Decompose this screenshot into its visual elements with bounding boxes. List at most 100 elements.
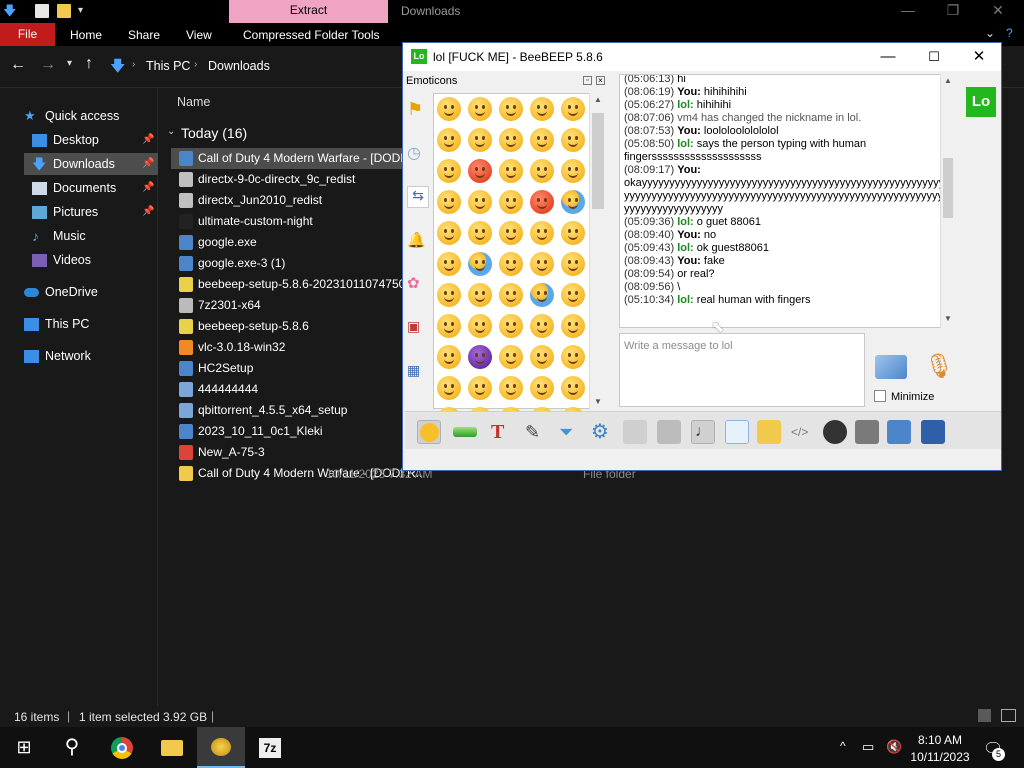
emoji-icon[interactable] <box>530 128 554 152</box>
file-row[interactable]: beebeep-setup-5.8.6 <box>171 316 403 337</box>
scrollbar-thumb[interactable] <box>592 113 604 209</box>
properties-icon[interactable] <box>35 4 49 18</box>
download-arrow-icon[interactable]: 🡇 <box>3 4 17 18</box>
minimize-icon[interactable]: — <box>865 43 911 71</box>
file-row[interactable]: ultimate-custom-night <box>171 211 403 232</box>
chevron-down-icon[interactable]: ⌄ <box>167 126 175 137</box>
emoji-icon[interactable] <box>468 252 492 276</box>
bell-icon[interactable]: 🔔 <box>407 231 429 253</box>
minimize-icon[interactable]: — <box>893 2 923 18</box>
emoji-icon[interactable] <box>561 221 585 245</box>
font-icon[interactable]: T <box>491 420 515 444</box>
scroll-down-icon[interactable]: ▼ <box>944 314 952 323</box>
sidebar-item-music[interactable]: ♪ Music <box>30 225 158 247</box>
tab-home[interactable]: Home <box>70 28 102 42</box>
sidebar-item-videos[interactable]: Videos <box>30 249 158 271</box>
emoji-icon[interactable] <box>561 159 585 183</box>
emoji-icon[interactable] <box>499 128 523 152</box>
emoji-icon[interactable] <box>437 159 461 183</box>
sidebar-item-network[interactable]: Network <box>22 345 158 367</box>
new-folder-icon[interactable] <box>57 4 71 18</box>
settings-gear-icon[interactable]: ⚙ <box>591 420 615 444</box>
show-hidden-icons-icon[interactable]: ^ <box>840 739 846 753</box>
emoji-icon[interactable] <box>437 283 461 307</box>
file-row[interactable]: directx_Jun2010_redist <box>171 190 403 211</box>
emoji-icon[interactable] <box>437 314 461 338</box>
emoji-icon[interactable] <box>530 252 554 276</box>
customize-dropdown-icon[interactable]: ▾ <box>78 4 92 18</box>
help-icon[interactable]: ? <box>1006 26 1013 40</box>
network-tray-icon[interactable]: ▭ <box>862 739 874 755</box>
search-icon[interactable]: ⚲ <box>48 727 96 768</box>
emoji-icon[interactable] <box>530 159 554 183</box>
file-row[interactable]: New_A-75-3 <box>171 442 403 463</box>
sidebar-item-documents[interactable]: Documents 📌 <box>30 177 158 199</box>
pin-icon[interactable]: 📌 <box>142 201 154 223</box>
forward-arrow-icon[interactable]: → <box>40 56 56 74</box>
emoji-icon[interactable] <box>468 314 492 338</box>
camera-icon[interactable] <box>823 420 847 444</box>
start-icon[interactable]: ⊞ <box>0 727 48 768</box>
sidebar-item-pictures[interactable]: Pictures 📌 <box>30 201 158 223</box>
emoticon-category-recent-icon[interactable]: ⚑ <box>407 99 429 121</box>
file-row[interactable]: 2023_10_11_0c1_Kleki <box>171 421 403 442</box>
emoji-icon[interactable] <box>499 283 523 307</box>
clock-time[interactable]: 8:10 AM <box>910 733 970 747</box>
close-icon[interactable]: ✕ <box>983 2 1013 19</box>
back-arrow-icon[interactable]: ← <box>10 56 26 74</box>
emoji-icon[interactable] <box>530 190 554 214</box>
emoji-icon[interactable] <box>499 221 523 245</box>
details-view-icon[interactable] <box>978 709 991 722</box>
clock-icon[interactable]: ◷ <box>407 143 429 165</box>
emoji-icon[interactable] <box>468 97 492 121</box>
emoji-icon[interactable] <box>530 314 554 338</box>
edit-icon[interactable] <box>887 420 911 444</box>
emoji-icon[interactable] <box>561 345 585 369</box>
emoji-icon[interactable] <box>499 159 523 183</box>
emoji-icon[interactable] <box>499 314 523 338</box>
beebeep-icon[interactable] <box>197 727 245 768</box>
emoji-icon[interactable] <box>561 97 585 121</box>
float-panel-icon[interactable]: ▫ <box>583 76 592 85</box>
7zip-icon[interactable]: 7z <box>247 727 295 768</box>
emoticon-toggle-icon[interactable] <box>417 420 441 444</box>
minimize-checkbox[interactable] <box>874 390 886 402</box>
emoji-icon[interactable] <box>437 376 461 400</box>
file-row[interactable]: google.exe-3 (1) <box>171 253 403 274</box>
sidebar-item-onedrive[interactable]: OneDrive <box>22 281 158 303</box>
tab-extract[interactable]: Extract <box>229 0 388 23</box>
text-format-icon[interactable] <box>657 420 681 444</box>
emoji-icon[interactable] <box>530 345 554 369</box>
emoji-icon[interactable] <box>437 97 461 121</box>
emoji-icon[interactable] <box>468 345 492 369</box>
group-header[interactable]: Today (16) <box>181 125 247 141</box>
file-row[interactable]: HC2Setup <box>171 358 403 379</box>
emoji-icon[interactable] <box>499 190 523 214</box>
close-icon[interactable]: ✕ <box>956 43 1002 71</box>
chat-scrollbar[interactable]: ▲ ▼ <box>940 74 955 328</box>
tab-compressed-folder-tools[interactable]: Compressed Folder Tools <box>243 28 380 42</box>
message-input[interactable]: Write a message to lol <box>619 333 865 407</box>
emoji-icon[interactable] <box>437 345 461 369</box>
emoji-icon[interactable] <box>437 221 461 245</box>
emoji-icon[interactable] <box>499 345 523 369</box>
breadcrumb-downloads[interactable]: Downloads <box>208 59 270 73</box>
large-icons-view-icon[interactable] <box>1001 709 1016 722</box>
file-row[interactable]: google.exe <box>171 232 403 253</box>
emoji-icon[interactable] <box>499 376 523 400</box>
emoji-icon[interactable] <box>437 190 461 214</box>
user-avatar[interactable]: Lo <box>966 87 996 117</box>
file-row[interactable]: directx-9-0c-directx_9c_redist <box>171 169 403 190</box>
file-explorer-icon[interactable] <box>147 727 195 768</box>
sidebar-item-this-pc[interactable]: This PC <box>22 313 158 335</box>
maximize-icon[interactable]: ☐ <box>911 43 957 71</box>
emoji-icon[interactable] <box>437 252 461 276</box>
screenshot-icon[interactable] <box>855 420 879 444</box>
vehicle-icon[interactable]: ▣ <box>407 318 429 340</box>
scroll-up-icon[interactable]: ▲ <box>944 76 952 85</box>
pin-icon[interactable]: 📌 <box>142 129 154 151</box>
emoji-icon[interactable] <box>499 252 523 276</box>
ribbon-expand-icon[interactable]: ⌄ <box>985 26 995 40</box>
breadcrumb-this-pc[interactable]: This PC <box>146 59 190 73</box>
tab-file[interactable]: File <box>0 23 55 46</box>
